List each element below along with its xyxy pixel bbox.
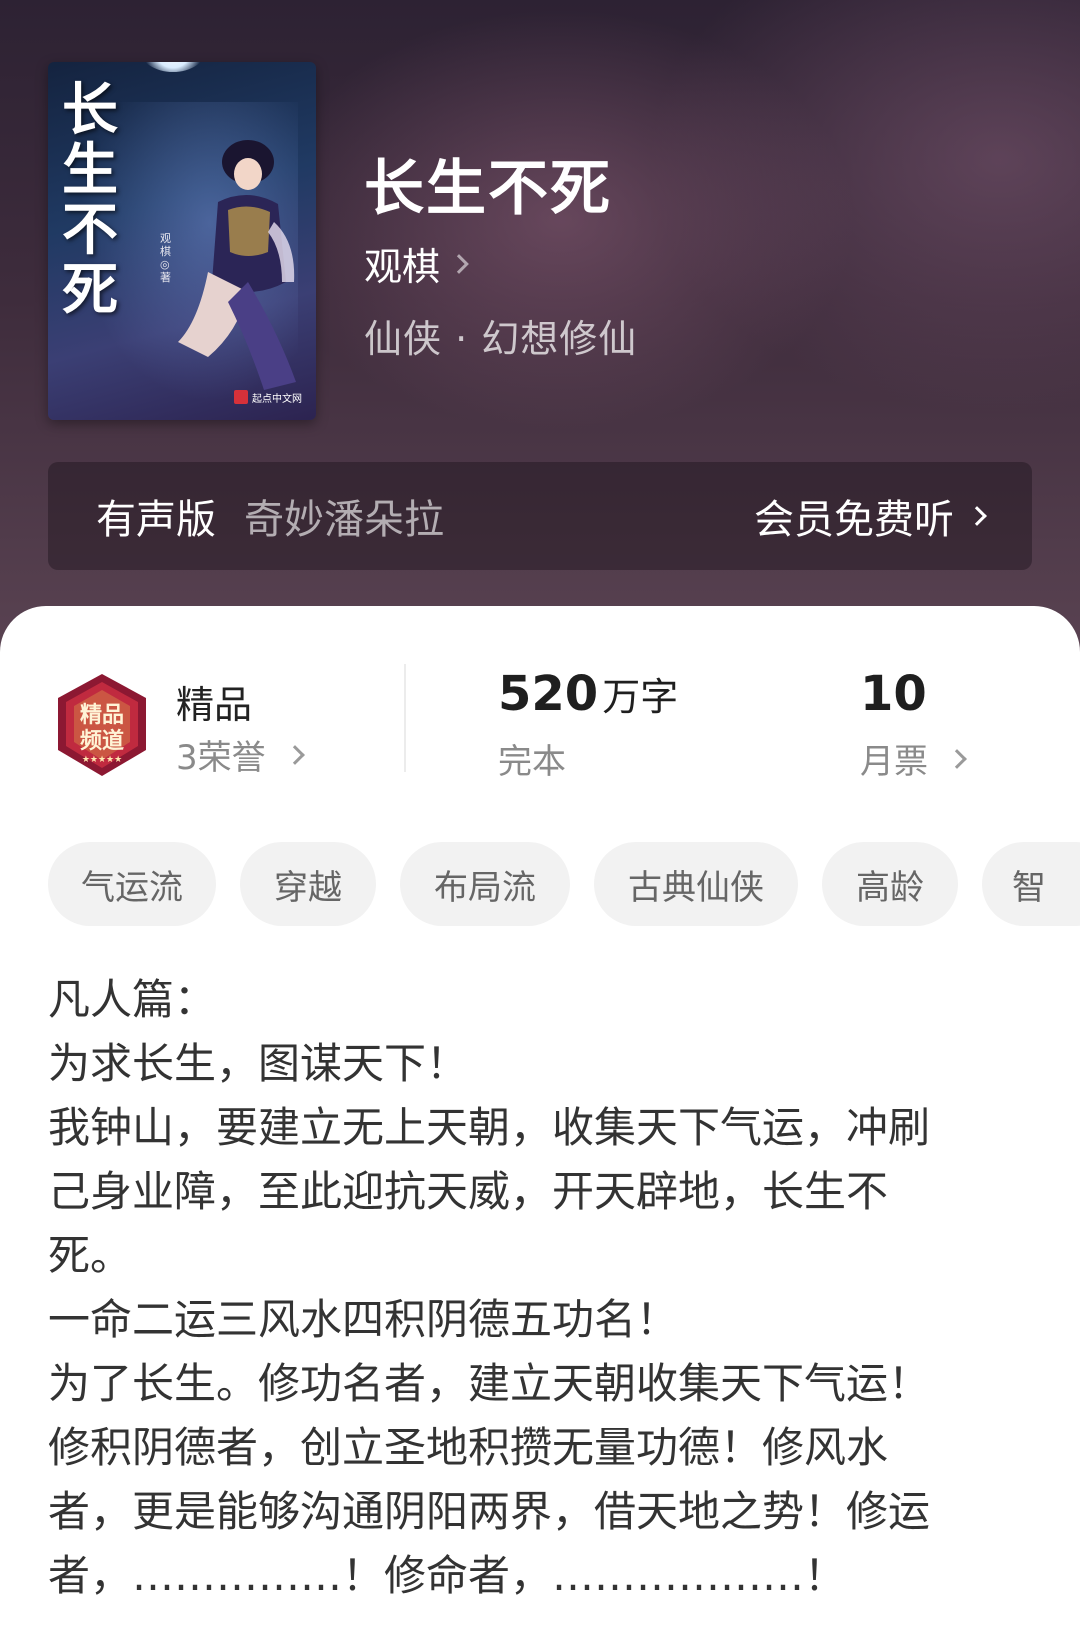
book-genre: 仙侠 · 幻想修仙 [364, 317, 638, 361]
completion-status: 完本 [498, 742, 566, 782]
cover-publisher: 起点中文网 [234, 388, 302, 406]
chevron-right-icon [284, 744, 305, 765]
cover-moon [140, 62, 206, 72]
tag-chip[interactable]: 气运流 [48, 842, 216, 926]
word-count-unit: 万字 [602, 675, 679, 719]
synopsis-line: 我钟山，要建立无上天朝，收集天下气运，冲刷 [48, 1103, 931, 1152]
stats-divider [404, 664, 406, 772]
synopsis-line: 死。 [48, 1231, 133, 1280]
synopsis-line: 修积阴德者，创立圣地积攒无量功德！修风水 [48, 1423, 889, 1472]
monthly-votes-value: 10 [860, 666, 927, 722]
audio-version-bar[interactable]: 有声版 奇妙潘朵拉 会员免费听 [48, 462, 1032, 570]
cover-author: 观棋◎著 [160, 232, 171, 284]
book-cover[interactable]: 长生不死 观棋◎著 起点中文网 [48, 62, 316, 420]
premium-channel-badge-icon[interactable]: 精品 频道 ★★★★★ [50, 672, 154, 780]
author-name: 观棋 [364, 245, 441, 289]
book-header: 长生不死 观棋◎著 起点中文网 长生不死 观棋 仙侠 · 幻想修仙 有声版 奇妙… [0, 0, 1080, 660]
badge-text-top: 精品 [80, 702, 124, 728]
monthly-votes-label: 月票 [860, 742, 928, 782]
chevron-right-icon [449, 253, 469, 274]
tag-chip[interactable]: 布局流 [400, 842, 570, 926]
member-free-listen-label: 会员免费听 [754, 497, 954, 543]
member-free-listen-button[interactable]: 会员免费听 [754, 487, 987, 545]
word-count-value: 520 [498, 666, 599, 722]
audio-label: 有声版 [96, 497, 216, 543]
badge-text-bottom: 频道 [80, 728, 124, 754]
synopsis-line: 为了长生。修功名者，建立天朝收集天下气运！ [48, 1359, 931, 1408]
audio-narrator: 奇妙潘朵拉 [244, 497, 444, 543]
tag-chip[interactable]: 智 [982, 842, 1080, 926]
honor-title: 精品 [176, 683, 253, 727]
synopsis-line: 凡人篇： [48, 975, 217, 1024]
honor-count: 3荣誉 [176, 738, 266, 778]
cover-publisher-name: 起点中文网 [252, 393, 302, 405]
synopsis-line: 者，……………！修命者，………………！ [48, 1551, 847, 1600]
synopsis-line: 一命二运三风水四积阴德五功名！ [48, 1295, 679, 1344]
cover-title: 长生不死 [62, 77, 118, 323]
chevron-right-icon [947, 748, 967, 769]
chevron-right-icon [967, 506, 987, 526]
tag-chip[interactable]: 穿越 [240, 842, 376, 926]
svg-text:★★★★★: ★★★★★ [82, 755, 122, 765]
book-info-sheet: 精品 频道 ★★★★★ 精品 3荣誉 520 万字 完本 10 月票 气运流 穿… [0, 606, 1080, 1647]
book-synopsis[interactable]: 凡人篇： 为求长生，图谋天下！ 我钟山，要建立无上天朝，收集天下气运，冲刷 己身… [48, 968, 1008, 1608]
synopsis-line: 为求长生，图谋天下！ [48, 1039, 469, 1088]
synopsis-line: 己身业障，至此迎抗天威，开天辟地，长生不 [48, 1167, 889, 1216]
monthly-votes-stat[interactable]: 10 月票 [860, 666, 967, 783]
author-link[interactable]: 观棋 [364, 236, 469, 291]
book-title: 长生不死 [364, 154, 612, 224]
tag-list: 气运流 穿越 布局流 古典仙侠 高龄 智 [48, 842, 1080, 928]
tag-chip[interactable]: 古典仙侠 [594, 842, 798, 926]
synopsis-line: 者，更是能够沟通阴阳两界，借天地之势！修运 [48, 1487, 931, 1536]
cover-character-illustration [178, 140, 296, 390]
publisher-logo-icon [234, 390, 248, 404]
word-count-stat: 520 万字 完本 [498, 666, 678, 783]
honor-count-link[interactable]: 3荣誉 [176, 730, 305, 779]
tag-chip[interactable]: 高龄 [822, 842, 958, 926]
